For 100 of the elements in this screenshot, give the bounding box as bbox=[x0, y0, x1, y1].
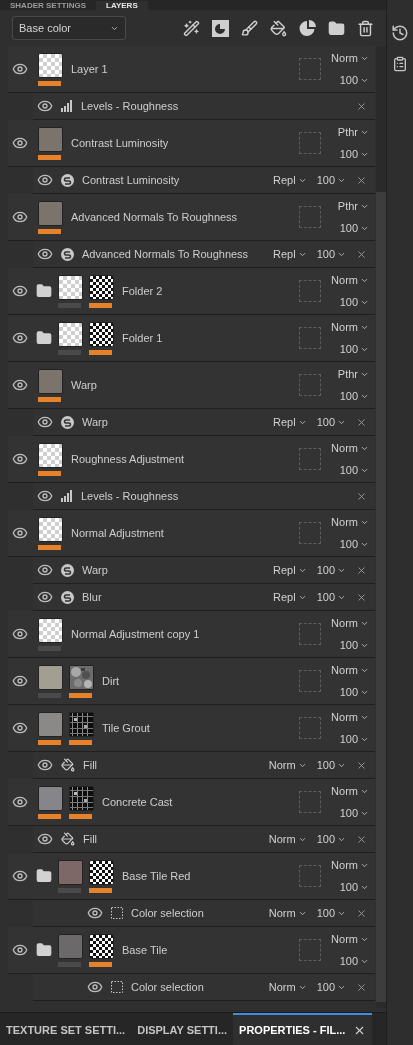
scrollbar-thumb[interactable] bbox=[376, 192, 386, 1002]
eye-icon[interactable] bbox=[87, 905, 103, 921]
eye-icon[interactable] bbox=[12, 626, 28, 642]
eye-icon[interactable] bbox=[12, 377, 28, 393]
trash-icon[interactable] bbox=[357, 19, 374, 37]
eye-icon[interactable] bbox=[37, 414, 53, 430]
eye-icon[interactable] bbox=[12, 283, 28, 299]
layer-row[interactable]: Warp Pthr 100 bbox=[8, 362, 375, 409]
close-icon[interactable] bbox=[356, 100, 367, 112]
magic-wand-icon[interactable] bbox=[183, 19, 200, 37]
mask-thumbnail[interactable] bbox=[89, 933, 114, 959]
opacity-dropdown[interactable]: 100 bbox=[316, 833, 346, 845]
opacity-dropdown[interactable]: 100 bbox=[339, 343, 369, 355]
opacity-dropdown[interactable]: 100 bbox=[339, 148, 369, 160]
close-icon[interactable] bbox=[356, 564, 367, 576]
opacity-dropdown[interactable]: 100 bbox=[339, 807, 369, 819]
layer-thumbnail[interactable] bbox=[38, 516, 63, 542]
opacity-dropdown[interactable]: 100 bbox=[339, 686, 369, 698]
layer-thumbnail[interactable] bbox=[38, 711, 63, 737]
close-icon[interactable] bbox=[356, 490, 367, 502]
blend-dropdown[interactable]: Norm bbox=[331, 52, 369, 64]
eye-icon[interactable] bbox=[87, 979, 103, 995]
panel-tab[interactable]: LAYERS bbox=[96, 1, 148, 10]
opacity-dropdown[interactable]: 100 bbox=[339, 390, 369, 402]
layer-thumbnail[interactable] bbox=[58, 274, 83, 300]
blend-dropdown[interactable]: Norm bbox=[331, 711, 369, 723]
mask-thumbnail[interactable] bbox=[89, 321, 114, 347]
eye-icon[interactable] bbox=[37, 589, 53, 605]
blend-dropdown[interactable]: Pthr bbox=[337, 368, 369, 380]
history-icon[interactable] bbox=[391, 24, 409, 42]
layer-thumbnail[interactable] bbox=[38, 664, 63, 690]
opacity-dropdown[interactable]: 100 bbox=[339, 639, 369, 651]
layer-thumbnail[interactable] bbox=[38, 785, 63, 811]
paint-bucket-icon[interactable] bbox=[270, 19, 287, 37]
blend-dropdown[interactable]: Norm bbox=[331, 785, 369, 797]
opacity-dropdown[interactable]: 100 bbox=[339, 222, 369, 234]
opacity-dropdown[interactable]: 100 bbox=[316, 907, 346, 919]
eye-icon[interactable] bbox=[12, 673, 28, 689]
close-icon[interactable] bbox=[356, 591, 367, 603]
pie-icon[interactable] bbox=[299, 19, 316, 37]
opacity-dropdown[interactable]: 100 bbox=[339, 538, 369, 550]
blend-dropdown[interactable]: Repl bbox=[273, 416, 307, 428]
blend-dropdown[interactable]: Norm bbox=[268, 907, 307, 919]
blend-dropdown[interactable]: Norm bbox=[331, 664, 369, 676]
close-icon[interactable] bbox=[356, 416, 367, 428]
close-icon[interactable] bbox=[356, 833, 367, 845]
close-icon[interactable] bbox=[356, 248, 367, 260]
eye-icon[interactable] bbox=[12, 720, 28, 736]
blend-dropdown[interactable]: Norm bbox=[268, 981, 307, 993]
opacity-dropdown[interactable]: 100 bbox=[339, 733, 369, 745]
eye-icon[interactable] bbox=[12, 330, 28, 346]
layer-row[interactable]: Roughness Adjustment Norm 100 bbox=[8, 436, 375, 483]
eye-icon[interactable] bbox=[12, 794, 28, 810]
blend-dropdown[interactable]: Repl bbox=[273, 564, 307, 576]
layer-thumbnail[interactable] bbox=[38, 200, 63, 226]
layer-row[interactable]: Base Tile Norm 100 bbox=[8, 927, 375, 974]
blend-dropdown[interactable]: Pthr bbox=[337, 126, 369, 138]
eye-icon[interactable] bbox=[37, 831, 53, 847]
eye-icon[interactable] bbox=[37, 246, 53, 262]
opacity-dropdown[interactable]: 100 bbox=[316, 981, 346, 993]
close-icon[interactable] bbox=[356, 981, 367, 993]
mask-icon[interactable] bbox=[212, 19, 229, 37]
opacity-dropdown[interactable]: 100 bbox=[316, 248, 346, 260]
layer-row[interactable]: Tile Grout Norm 100 bbox=[8, 705, 375, 752]
layer-thumbnail[interactable] bbox=[58, 933, 83, 959]
eye-icon[interactable] bbox=[12, 135, 28, 151]
channel-dropdown[interactable]: Base color bbox=[12, 16, 126, 40]
blend-dropdown[interactable]: Repl bbox=[273, 591, 307, 603]
blend-dropdown[interactable]: Norm bbox=[331, 442, 369, 454]
layer-row[interactable]: Normal Adjustment Norm 100 bbox=[8, 510, 375, 557]
eye-icon[interactable] bbox=[12, 942, 28, 958]
opacity-dropdown[interactable]: 100 bbox=[316, 564, 346, 576]
eye-icon[interactable] bbox=[12, 209, 28, 225]
opacity-dropdown[interactable]: 100 bbox=[339, 955, 369, 967]
opacity-dropdown[interactable]: 100 bbox=[316, 416, 346, 428]
close-icon[interactable] bbox=[356, 907, 367, 919]
eye-icon[interactable] bbox=[37, 757, 53, 773]
eye-icon[interactable] bbox=[12, 61, 28, 77]
blend-dropdown[interactable]: Norm bbox=[331, 933, 369, 945]
blend-dropdown[interactable]: Norm bbox=[331, 617, 369, 629]
mask-thumbnail[interactable] bbox=[89, 859, 114, 885]
blend-dropdown[interactable]: Pthr bbox=[337, 200, 369, 212]
layer-row[interactable]: Contrast Luminosity Pthr 100 bbox=[8, 120, 375, 167]
blend-dropdown[interactable]: Repl bbox=[273, 174, 307, 186]
opacity-dropdown[interactable]: 100 bbox=[339, 464, 369, 476]
eye-icon[interactable] bbox=[12, 525, 28, 541]
opacity-dropdown[interactable]: 100 bbox=[339, 296, 369, 308]
layer-row[interactable]: Folder 1 Norm 100 bbox=[8, 315, 375, 362]
layer-row[interactable]: Folder 2 Norm 100 bbox=[8, 268, 375, 315]
layer-row[interactable]: Dirt Norm 100 bbox=[8, 658, 375, 705]
layer-thumbnail[interactable] bbox=[38, 617, 63, 643]
eye-icon[interactable] bbox=[37, 98, 53, 114]
blend-dropdown[interactable]: Norm bbox=[268, 833, 307, 845]
opacity-dropdown[interactable]: 100 bbox=[339, 881, 369, 893]
panel-tab[interactable]: PROPERTIES - FIL... bbox=[233, 1013, 373, 1045]
blend-dropdown[interactable]: Norm bbox=[331, 274, 369, 286]
layer-row[interactable]: Layer 1 Norm 100 bbox=[8, 46, 375, 93]
layer-thumbnail[interactable] bbox=[58, 321, 83, 347]
mask-thumbnail[interactable] bbox=[89, 274, 114, 300]
layer-thumbnail[interactable] bbox=[38, 442, 63, 468]
